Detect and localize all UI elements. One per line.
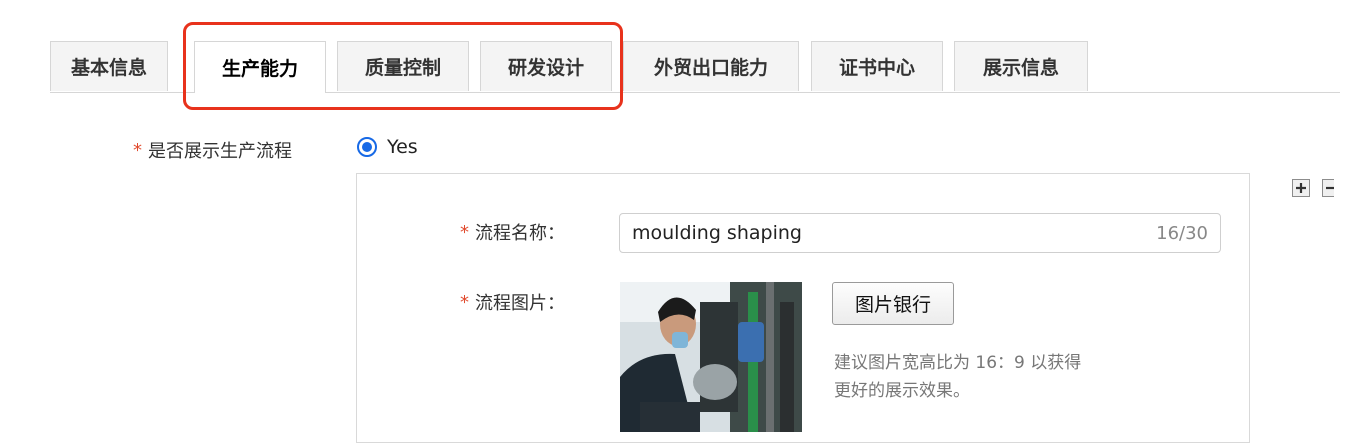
tab-display-info[interactable]: 展示信息: [954, 41, 1088, 91]
required-mark: *: [460, 221, 469, 243]
tab-certificates[interactable]: 证书中心: [811, 41, 943, 91]
plus-icon[interactable]: [1292, 179, 1310, 197]
tab-export-capacity[interactable]: 外贸出口能力: [623, 41, 799, 91]
process-name-input[interactable]: [632, 222, 1149, 244]
process-image-thumbnail[interactable]: [620, 282, 802, 432]
process-name-field[interactable]: 16/30: [619, 213, 1221, 253]
required-mark: *: [460, 291, 469, 313]
process-name-text: 流程名称：: [475, 223, 565, 244]
process-image-text: 流程图片：: [475, 293, 565, 314]
char-counter: 16/30: [1156, 222, 1208, 244]
image-bank-button[interactable]: 图片银行: [832, 282, 954, 325]
tab-bar: 基本信息 生产能力 质量控制 研发设计 外贸出口能力 证书中心 展示信息: [50, 41, 1350, 93]
image-hint-line-2: 更好的展示效果。: [834, 381, 970, 401]
process-image-label: * 流程图片：: [460, 289, 565, 315]
minus-icon[interactable]: [1322, 179, 1334, 197]
show-process-label: * 是否展示生产流程: [133, 137, 292, 163]
process-name-label: * 流程名称：: [460, 219, 565, 245]
tab-rd-design[interactable]: 研发设计: [480, 41, 612, 91]
tab-quality-control[interactable]: 质量控制: [337, 41, 469, 91]
tab-basic-info[interactable]: 基本信息: [50, 41, 168, 91]
yes-radio-label: Yes: [387, 136, 418, 158]
yes-radio-option[interactable]: Yes: [357, 136, 418, 158]
factory-worker-photo: [620, 282, 802, 432]
tab-production-capacity[interactable]: 生产能力: [194, 41, 326, 93]
yes-radio[interactable]: [357, 137, 377, 157]
image-hint-line-1: 建议图片宽高比为 16：9 以获得: [834, 353, 1082, 373]
radio-selected-dot: [362, 142, 372, 152]
required-mark: *: [133, 139, 142, 161]
show-process-text: 是否展示生产流程: [148, 141, 292, 162]
